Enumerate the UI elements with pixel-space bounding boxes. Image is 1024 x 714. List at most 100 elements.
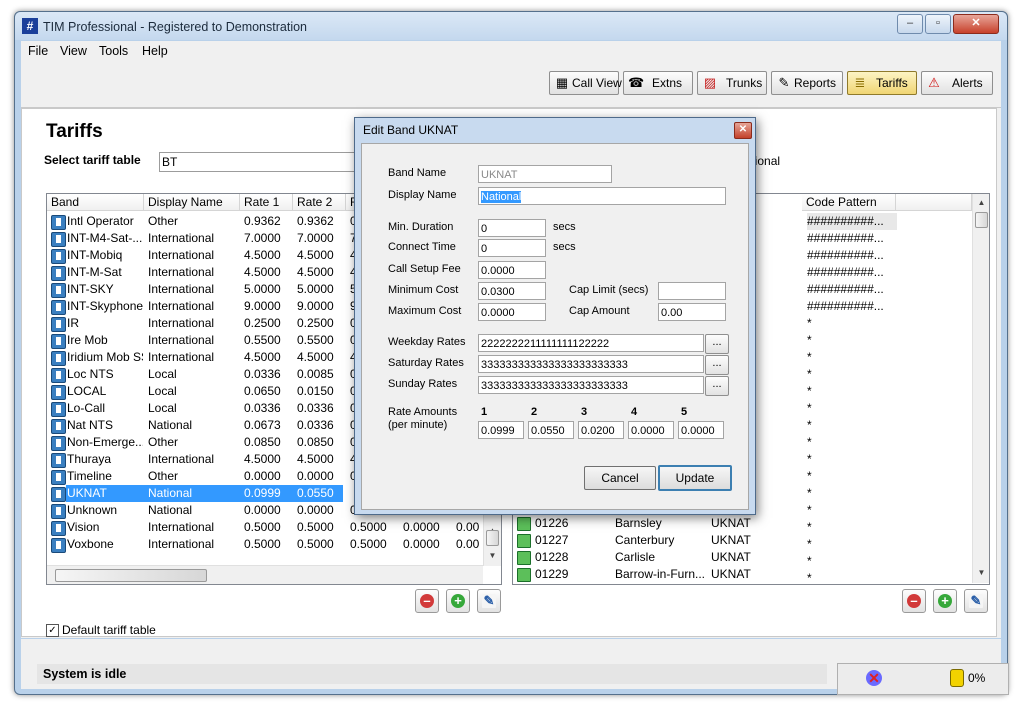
rate-amount-3[interactable]: 0.0200: [578, 421, 624, 439]
band-cell-band: LOCAL: [67, 384, 107, 398]
code-pattern-cell[interactable]: *: [807, 570, 897, 584]
code-cell-place: Barnsley: [615, 516, 662, 530]
col-header-rate1[interactable]: Rate 1: [240, 194, 293, 211]
scroll-down-arrow[interactable]: ▼: [484, 549, 501, 563]
cap-amount-field[interactable]: 0.00: [658, 303, 726, 321]
code-pattern-cell[interactable]: *: [807, 332, 897, 349]
rate-amount-1[interactable]: 0.0999: [478, 421, 524, 439]
code-scroll-down-arrow[interactable]: ▼: [973, 566, 989, 580]
update-button[interactable]: Update: [658, 465, 732, 491]
max-cost-field[interactable]: 0.0000: [478, 303, 546, 321]
code-row[interactable]: 01228 Carlisle UKNAT: [513, 549, 803, 566]
code-pattern-cell[interactable]: ##########...: [807, 264, 897, 281]
col-header-code-pattern[interactable]: Code Pattern: [802, 194, 896, 211]
alerts-button[interactable]: ⚠ Alerts: [921, 71, 993, 95]
code-pattern-cell[interactable]: ##########...: [807, 213, 897, 230]
band-cell-band: Nat NTS: [67, 418, 114, 432]
remove-code-button[interactable]: –: [902, 589, 926, 613]
dialog-close-button[interactable]: ✕: [734, 122, 752, 139]
close-button[interactable]: ✕: [953, 14, 999, 34]
connect-time-field[interactable]: 0: [478, 239, 546, 257]
saturday-rates-browse[interactable]: ...: [705, 355, 729, 375]
tariffs-label: Tariffs: [876, 76, 908, 90]
code-pattern-cell[interactable]: *: [807, 400, 897, 417]
remove-band-button[interactable]: –: [415, 589, 439, 613]
add-band-button[interactable]: +: [446, 589, 470, 613]
connect-time-unit: secs: [553, 241, 576, 253]
col-header-rate2[interactable]: Rate 2: [293, 194, 346, 211]
sunday-rates-field[interactable]: 333333333333333333333333: [478, 376, 704, 394]
rate-amount-4[interactable]: 0.0000: [628, 421, 674, 439]
code-row[interactable]: 01226 Barnsley UKNAT: [513, 515, 803, 532]
code-cell-band: UKNAT: [711, 550, 751, 564]
code-pattern-cell[interactable]: *: [807, 451, 897, 468]
code-pattern-cell[interactable]: ##########...: [807, 298, 897, 315]
code-pattern-cell[interactable]: *: [807, 349, 897, 366]
menu-file[interactable]: File: [28, 44, 48, 58]
code-pattern-cell[interactable]: *: [807, 485, 897, 502]
edit-code-button[interactable]: ✎: [964, 589, 988, 613]
code-row[interactable]: 01227 Canterbury UKNAT: [513, 532, 803, 549]
band-row[interactable]: Vision International 0.5000 0.5000 0.5000 0.0…: [47, 519, 483, 536]
code-scroll-up-arrow[interactable]: ▲: [973, 196, 989, 210]
rate-amount-5[interactable]: 0.0000: [678, 421, 724, 439]
code-row[interactable]: 01229 Barrow-in-Furn... UKNAT: [513, 566, 803, 583]
edit-band-button[interactable]: ✎: [477, 589, 501, 613]
code-pattern-cell[interactable]: ##########...: [807, 247, 897, 264]
per-minute-label: (per minute): [388, 419, 448, 431]
cap-limit-field[interactable]: [658, 282, 726, 300]
code-pattern-cell[interactable]: ##########...: [807, 230, 897, 247]
code-scroll-thumb[interactable]: [975, 212, 988, 228]
default-tariff-checkbox[interactable]: ✓: [46, 624, 59, 637]
plus-icon: +: [938, 594, 952, 608]
reports-button[interactable]: ✎ Reports: [771, 71, 843, 95]
add-code-button[interactable]: +: [933, 589, 957, 613]
trunks-button[interactable]: ▨ Trunks: [697, 71, 767, 95]
call-setup-field[interactable]: 0.0000: [478, 261, 546, 279]
max-cost-label: Maximum Cost: [388, 305, 462, 317]
tariff-table-select[interactable]: BT: [159, 152, 383, 172]
menu-bar: File View Tools Help: [21, 41, 1001, 61]
sunday-rates-browse[interactable]: ...: [705, 376, 729, 396]
code-grid-vscroll[interactable]: ▲ ▼: [972, 194, 989, 583]
band-row[interactable]: Voxbone International 0.5000 0.5000 0.5000 0.…: [47, 536, 483, 553]
maximize-button[interactable]: ▫: [925, 14, 951, 34]
weekday-rates-browse[interactable]: ...: [705, 334, 729, 354]
menu-tools[interactable]: Tools: [99, 44, 128, 58]
min-duration-field[interactable]: 0: [478, 219, 546, 237]
saturday-rates-field[interactable]: 333333333333333333333333: [478, 355, 704, 373]
code-pattern-cell[interactable]: *: [807, 502, 897, 519]
col-header-band[interactable]: Band: [47, 194, 144, 211]
plus-icon: +: [451, 594, 465, 608]
min-duration-unit: secs: [553, 221, 576, 233]
code-pattern-cell[interactable]: *: [807, 553, 897, 570]
title-bar[interactable]: # TIM Professional - Registered to Demon…: [15, 12, 1007, 40]
tariffs-button[interactable]: ≣ Tariffs: [847, 71, 917, 95]
scroll-thumb[interactable]: [486, 530, 499, 546]
extns-button[interactable]: ☎ Extns: [623, 71, 693, 95]
cancel-button[interactable]: Cancel: [584, 466, 656, 490]
code-pattern-cell[interactable]: *: [807, 536, 897, 553]
rate-amount-2[interactable]: 0.0550: [528, 421, 574, 439]
code-pattern-cell[interactable]: *: [807, 383, 897, 400]
code-pattern-cell[interactable]: *: [807, 417, 897, 434]
code-pattern-cell[interactable]: *: [807, 366, 897, 383]
band-cell-r3: 0.5000: [350, 520, 387, 534]
hscroll-thumb[interactable]: [55, 569, 207, 582]
weekday-rates-field[interactable]: 2222222211111111122222: [478, 334, 704, 352]
cap-limit-label: Cap Limit (secs): [569, 284, 649, 296]
menu-view[interactable]: View: [60, 44, 87, 58]
code-pattern-cell[interactable]: ##########...: [807, 281, 897, 298]
code-pattern-cell[interactable]: *: [807, 434, 897, 451]
band-icon: [51, 402, 66, 417]
menu-help[interactable]: Help: [142, 44, 168, 58]
minimize-button[interactable]: –: [897, 14, 923, 34]
code-pattern-cell[interactable]: *: [807, 519, 897, 536]
code-pattern-cell[interactable]: *: [807, 468, 897, 485]
min-cost-field[interactable]: 0.0300: [478, 282, 546, 300]
band-grid-hscroll[interactable]: [47, 565, 483, 584]
code-pattern-cell[interactable]: *: [807, 315, 897, 332]
call-view-button[interactable]: ▦ Call View: [549, 71, 622, 95]
display-name-field[interactable]: National: [478, 187, 726, 205]
col-header-display-name[interactable]: Display Name: [144, 194, 240, 211]
